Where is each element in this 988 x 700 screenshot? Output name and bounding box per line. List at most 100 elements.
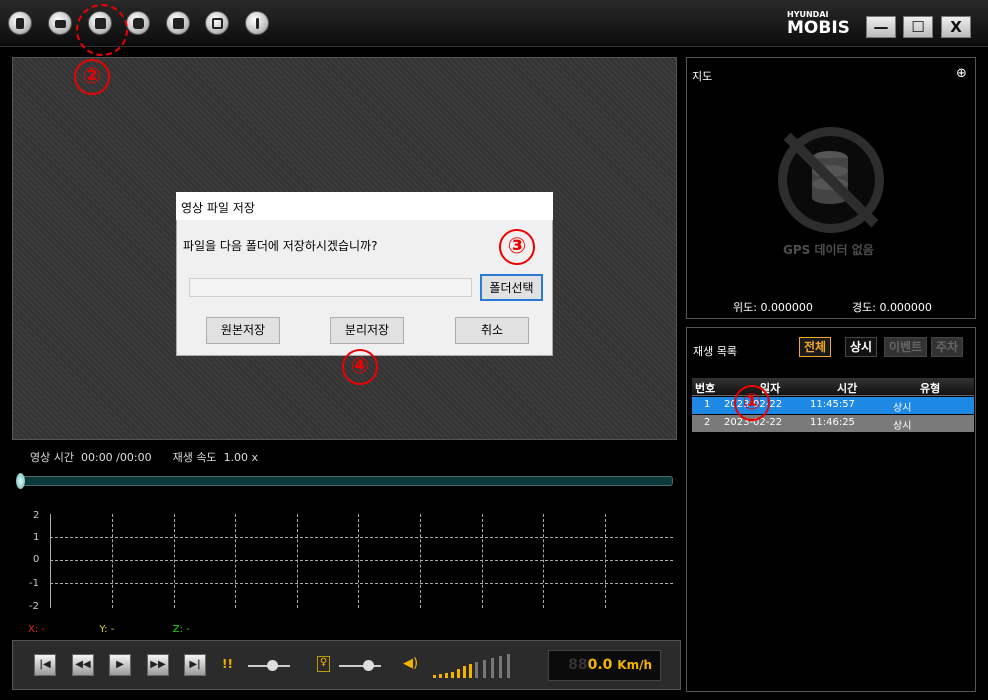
folder-path-input[interactable] — [189, 278, 472, 297]
volume-bar[interactable] — [457, 669, 460, 678]
brightness-slider-knob[interactable] — [363, 660, 374, 671]
speedometer: 880.0 Km/h — [548, 650, 661, 681]
column-header: 유형 — [920, 382, 941, 395]
print-icon[interactable] — [166, 11, 190, 35]
playlist-title: 재생 목록 — [693, 345, 737, 358]
graph-y-label: -1 — [29, 578, 39, 589]
graph-gridline — [50, 560, 673, 561]
seek-bar[interactable] — [17, 476, 673, 486]
table-row[interactable]: 2 2023-02-22 11:46:25 상시 — [692, 415, 974, 432]
new-file-icon[interactable] — [8, 11, 32, 35]
row-number: 2 — [704, 417, 711, 428]
volume-bar[interactable] — [451, 672, 454, 678]
save-split-button[interactable]: 분리저장 — [330, 317, 404, 344]
y-value: - — [110, 624, 115, 635]
skip-start-icon[interactable]: |◀ — [34, 654, 56, 676]
row-time: 11:46:25 — [810, 417, 855, 428]
graph-axis — [50, 514, 51, 608]
close-button[interactable]: X — [941, 16, 971, 38]
sensitivity-icon: !! — [222, 657, 233, 671]
graph-gridline — [605, 514, 606, 608]
volume-bar[interactable] — [499, 656, 502, 678]
fullscreen-icon[interactable] — [205, 11, 229, 35]
zoom-icon[interactable]: ⊕ — [956, 66, 967, 81]
sensitivity-slider-knob[interactable] — [267, 660, 278, 671]
annotation-1: ① — [734, 385, 770, 421]
skip-end-icon[interactable]: ▶| — [184, 654, 206, 676]
graph-y-label: 1 — [33, 532, 40, 543]
volume-bar[interactable] — [483, 660, 486, 678]
minimize-button[interactable]: — — [866, 16, 896, 38]
tab-event[interactable]: 이벤트 — [884, 337, 928, 357]
graph-gridline — [297, 514, 298, 608]
camera-icon[interactable] — [126, 11, 150, 35]
open-folder-icon[interactable] — [48, 11, 72, 35]
fast-forward-icon[interactable]: ▶▶ — [147, 654, 169, 676]
dialog-message: 파일을 다음 폴더에 저장하시겠습니까? — [183, 239, 378, 253]
volume-bar[interactable] — [433, 675, 436, 678]
cancel-button[interactable]: 취소 — [455, 317, 529, 344]
volume-bar[interactable] — [463, 666, 466, 678]
speed-label: 재생 속도 — [172, 451, 217, 464]
graph-gridline — [420, 514, 421, 608]
tab-parking[interactable]: 주차 — [931, 337, 964, 357]
speed-ghost-digits: 88 — [568, 657, 588, 673]
longitude: 경도: 0.000000 — [852, 301, 932, 314]
volume-bar[interactable] — [475, 662, 478, 678]
row-time: 11:45:57 — [810, 399, 855, 410]
speed-value: 1.00 x — [223, 451, 259, 464]
graph-gridline — [174, 514, 175, 608]
z-value: - — [186, 624, 190, 635]
rewind-icon[interactable]: ◀◀ — [72, 654, 94, 676]
select-folder-button[interactable]: 폴더선택 — [480, 274, 543, 301]
column-header: 시간 — [837, 382, 858, 395]
volume-bar[interactable] — [491, 658, 494, 678]
graph-gridline — [50, 537, 673, 538]
volume-bar[interactable] — [469, 664, 472, 678]
column-header: 번호 — [695, 382, 716, 395]
axis-readout: X: - Y: - Z: - — [28, 624, 190, 635]
graph-gridline — [358, 514, 359, 608]
graph-y-label: -2 — [29, 601, 39, 612]
brightness-slider[interactable] — [339, 665, 381, 667]
graph-y-label: 0 — [33, 554, 40, 565]
volume-bar[interactable] — [445, 673, 448, 678]
graph-gridline — [235, 514, 236, 608]
graph-gridline — [482, 514, 483, 608]
annotation-2: ② — [74, 59, 110, 95]
annotation-highlight-circle — [76, 4, 128, 56]
row-type: 상시 — [893, 403, 912, 414]
play-icon[interactable]: ▶ — [109, 654, 131, 676]
row-number: 1 — [704, 399, 711, 410]
time-value: 00:00 /00:00 — [80, 451, 152, 464]
save-original-button[interactable]: 원본저장 — [206, 317, 280, 344]
dialog-title: 영상 파일 저장 — [181, 201, 255, 215]
map-title: 지도 — [692, 70, 713, 83]
latitude: 위도: 0.000000 — [733, 301, 813, 314]
volume-icon[interactable]: ◀) — [403, 656, 418, 671]
maximize-button[interactable]: ☐ — [903, 16, 933, 38]
row-type: 상시 — [893, 421, 912, 432]
z-label: Z: — [172, 624, 183, 635]
graph-gridline — [112, 514, 113, 608]
time-label: 영상 시간 — [30, 451, 74, 464]
speed-unit: Km/h — [617, 658, 652, 672]
graph-gridline — [543, 514, 544, 608]
speed-value: 0.0 — [587, 657, 613, 673]
info-icon[interactable] — [245, 11, 269, 35]
volume-bar[interactable] — [507, 654, 510, 678]
no-gps-text: GPS 데이터 없음 — [783, 243, 874, 257]
annotation-3: ③ — [499, 229, 535, 265]
x-value: - — [41, 624, 46, 635]
tab-normal[interactable]: 상시 — [845, 337, 878, 357]
volume-bar[interactable] — [439, 674, 442, 678]
y-label: Y: — [99, 624, 108, 635]
graph-y-label: 2 — [33, 510, 40, 521]
brightness-icon: ♀ — [317, 656, 330, 672]
seek-handle[interactable] — [16, 473, 25, 489]
video-info: 영상 시간 00:00 /00:00 재생 속도 1.00 x — [30, 449, 258, 465]
x-label: X: — [28, 624, 39, 635]
logo-mobis: MOBIS — [787, 18, 850, 38]
tab-all[interactable]: 전체 — [799, 337, 832, 357]
annotation-4: ④ — [342, 349, 378, 385]
